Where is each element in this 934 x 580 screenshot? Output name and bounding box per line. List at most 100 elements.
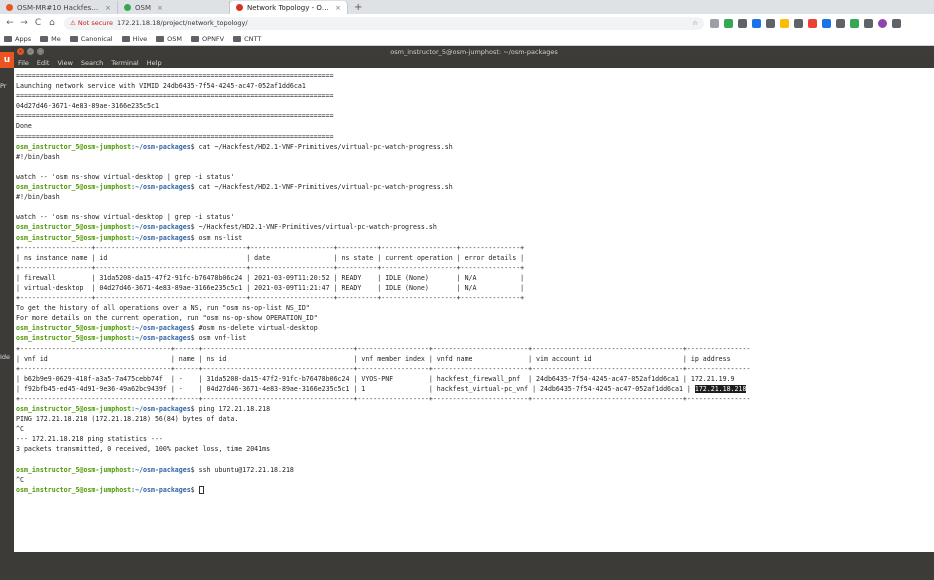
bookmark-label: Me: [51, 34, 61, 43]
output-line: #!/bin/bash: [16, 152, 934, 162]
output-line: ========================================…: [16, 132, 934, 142]
desktop-bottom: [14, 552, 934, 580]
terminal-output[interactable]: ========================================…: [14, 68, 934, 552]
prompt-user: osm_instructor_5@osm-jumphost: [16, 233, 132, 242]
prompt-user: osm_instructor_5@osm-jumphost: [16, 142, 132, 151]
terminal-menu-item[interactable]: File: [18, 59, 29, 67]
bookmarks-bar: Apps Me Canonical Hive OSM OPNFV CNTT: [0, 32, 934, 46]
selected-ip-address[interactable]: 172.21.18.218: [694, 384, 747, 393]
folder-icon: [191, 35, 200, 42]
bookmark-item[interactable]: OSM: [156, 35, 182, 43]
browser-tab[interactable]: OSM-MR#10 Hackfest - H ×: [0, 1, 118, 14]
output-line: Launching network service with VIMID 24d…: [16, 81, 934, 91]
prompt-user: osm_instructor_5@osm-jumphost: [16, 465, 132, 474]
terminal-menu-item[interactable]: Help: [147, 59, 162, 67]
prompt-path: :~/osm-packages: [131, 485, 191, 494]
bookmark-item[interactable]: CNTT: [233, 35, 261, 43]
forward-icon[interactable]: →: [18, 17, 30, 29]
folder-icon: [121, 35, 130, 42]
bookmark-item[interactable]: OPNFV: [191, 35, 224, 43]
output-line: ^C: [16, 424, 934, 434]
tab-title: OSM-MR#10 Hackfest - H: [17, 3, 100, 12]
command-text: $ cat ~/Hackfest/HD2.1-VNF-Primitives/vi…: [190, 142, 453, 151]
bookmark-star-icon[interactable]: ☆: [692, 19, 698, 27]
profile-avatar[interactable]: [878, 18, 887, 28]
address-bar[interactable]: ⚠ Not secure 172.21.18.18/project/networ…: [64, 16, 704, 30]
bookmark-item[interactable]: Hive: [121, 35, 147, 43]
command-line: osm_instructor_5@osm-jumphost:~/osm-pack…: [16, 485, 934, 495]
output-text: ^C: [16, 475, 24, 484]
browser-tab[interactable]: OSM ×: [118, 1, 230, 14]
folder-icon: [233, 35, 242, 42]
url-text[interactable]: 172.21.18.18/project/network_topology/: [117, 19, 248, 27]
menu-icon[interactable]: [892, 18, 901, 28]
browser-toolbar: ← → C ⌂ ⚠ Not secure 172.21.18.18/projec…: [0, 14, 934, 32]
prompt-path: :~/osm-packages: [131, 324, 191, 333]
home-icon[interactable]: ⌂: [46, 17, 58, 29]
output-line: | b62b9e9-0629-418f-a3a5-7a475cebb74f | …: [16, 374, 934, 384]
prompt-path: :~/osm-packages: [131, 405, 191, 414]
prompt-user: osm_instructor_5@osm-jumphost: [16, 223, 132, 232]
extension-icon[interactable]: [864, 18, 873, 28]
new-tab-button[interactable]: +: [348, 1, 368, 14]
terminal-menu-item[interactable]: Search: [81, 59, 103, 67]
close-tab-icon[interactable]: ×: [105, 4, 111, 12]
output-line: +------------------+--------------------…: [16, 243, 934, 253]
output-text: +--------------------------------------+…: [16, 395, 751, 403]
close-tab-icon[interactable]: ×: [335, 4, 341, 12]
extension-icon[interactable]: [766, 18, 775, 28]
output-text: watch -- 'osm ns-show virtual-desktop | …: [16, 213, 235, 222]
output-text: ========================================…: [16, 72, 334, 80]
terminal-menu-item[interactable]: Edit: [37, 59, 50, 67]
output-line: | firewall | 31da5208-da15-47f2-91fc-b76…: [16, 273, 934, 283]
command-line: osm_instructor_5@osm-jumphost:~/osm-pack…: [16, 142, 934, 152]
output-line: +--------------------------------------+…: [16, 364, 934, 374]
bookmark-item[interactable]: Me: [40, 35, 61, 43]
terminal-menubar: File Edit View Search Terminal Help: [14, 57, 934, 68]
command-text: $: [190, 485, 199, 494]
extension-icon[interactable]: [822, 18, 831, 28]
output-text: +------------------+--------------------…: [16, 243, 525, 252]
output-line: ^C: [16, 475, 934, 485]
output-text: watch -- 'osm ns-show virtual-desktop | …: [16, 172, 235, 181]
output-text: | firewall | 31da5208-da15-47f2-91fc-b76…: [16, 273, 525, 282]
prompt-user: osm_instructor_5@osm-jumphost: [16, 485, 132, 494]
extension-icon[interactable]: [850, 18, 859, 28]
bookmark-label: CNTT: [244, 34, 262, 43]
extension-icon[interactable]: [738, 18, 747, 28]
terminal-titlebar[interactable]: × – □ osm_instructor_5@osm-jumphost: ~/o…: [14, 46, 934, 57]
extension-icon[interactable]: [752, 18, 761, 28]
command-line: osm_instructor_5@osm-jumphost:~/osm-pack…: [16, 222, 934, 232]
extension-icon[interactable]: [808, 18, 817, 28]
ubuntu-dock-icon[interactable]: u: [0, 52, 14, 68]
extension-icon[interactable]: [710, 18, 719, 28]
reload-icon[interactable]: C: [32, 17, 44, 29]
prompt-path: :~/osm-packages: [131, 223, 191, 232]
output-line: | ns instance name | id | date | ns stat…: [16, 253, 934, 263]
output-line: +--------------------------------------+…: [16, 344, 934, 354]
bookmark-item[interactable]: Apps: [4, 35, 31, 43]
output-line: For more details on the current operatio…: [16, 313, 934, 323]
extension-icon[interactable]: [780, 18, 789, 28]
bookmark-item[interactable]: Canonical: [69, 35, 113, 43]
output-text: 04d27d46-3671-4e83-89ae-3166e235c5c1: [16, 102, 159, 111]
extension-icon[interactable]: [794, 18, 803, 28]
command-line: osm_instructor_5@osm-jumphost:~/osm-pack…: [16, 333, 934, 343]
output-text: PING 172.21.18.218 (172.21.18.218) 56(84…: [16, 415, 239, 424]
output-line: +------------------+--------------------…: [16, 293, 934, 303]
command-text: $ cat ~/Hackfest/HD2.1-VNF-Primitives/vi…: [190, 183, 453, 192]
command-text: $ ~/Hackfest/HD2.1-VNF-Primitives/virtua…: [190, 223, 437, 232]
extension-icon[interactable]: [836, 18, 845, 28]
command-text: $ osm ns-list: [190, 233, 243, 242]
close-tab-icon[interactable]: ×: [157, 4, 163, 12]
browser-tab[interactable]: Network Topology - Ope ×: [230, 1, 348, 14]
not-secure-label[interactable]: ⚠ Not secure: [70, 19, 113, 27]
command-text: $ ping 172.21.18.218: [190, 405, 271, 414]
terminal-menu-item[interactable]: View: [57, 59, 72, 67]
bookmark-label: OSM: [167, 34, 183, 43]
terminal-menu-item[interactable]: Terminal: [111, 59, 138, 67]
output-line: #!/bin/bash: [16, 192, 934, 202]
back-icon[interactable]: ←: [4, 17, 16, 29]
extension-icon[interactable]: [724, 18, 733, 28]
